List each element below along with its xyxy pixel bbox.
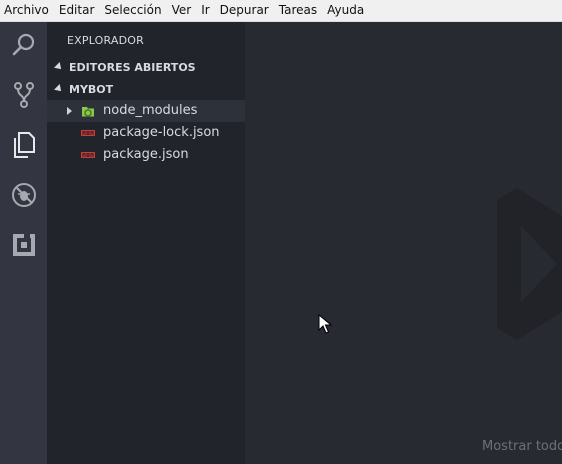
- project-section[interactable]: MYBOT: [47, 78, 245, 100]
- explorer-title: EXPLORADOR: [67, 34, 145, 47]
- tree-item-node-modules[interactable]: node_modules: [47, 100, 245, 122]
- debug-icon[interactable]: [0, 172, 47, 218]
- vscode-watermark-icon: [497, 188, 562, 340]
- menu-ir[interactable]: Ir: [197, 0, 215, 21]
- files-icon[interactable]: [0, 122, 47, 168]
- menu-archivo[interactable]: Archivo: [0, 0, 55, 21]
- menu-editar[interactable]: Editar: [55, 0, 101, 21]
- expand-triangle-icon: [54, 62, 64, 72]
- menu-seleccion[interactable]: Selección: [100, 0, 167, 21]
- node-folder-icon: [82, 107, 94, 117]
- editor-area: Mostrar todo: [245, 22, 562, 464]
- activity-bar: [0, 22, 47, 464]
- tree-item-label: package-lock.json: [103, 125, 220, 140]
- open-editors-section[interactable]: EDITORES ABIERTOS: [47, 56, 245, 78]
- open-editors-label: EDITORES ABIERTOS: [69, 60, 196, 74]
- menu-depurar[interactable]: Depurar: [216, 0, 275, 21]
- source-control-icon[interactable]: [0, 72, 47, 118]
- search-icon[interactable]: [0, 22, 47, 68]
- menu-ayuda[interactable]: Ayuda: [323, 0, 370, 21]
- tree-item-label: node_modules: [103, 103, 198, 118]
- mouse-cursor-icon: [318, 314, 332, 334]
- menu-ver[interactable]: Ver: [168, 0, 198, 21]
- tree-item-package-json[interactable]: package.json: [47, 144, 245, 166]
- tree-item-label: package.json: [103, 147, 189, 162]
- explorer-sidebar: EXPLORADOR EDITORES ABIERTOS MYBOT node_…: [47, 22, 245, 464]
- expand-triangle-icon: [54, 84, 64, 94]
- menu-tareas[interactable]: Tareas: [275, 0, 323, 21]
- tree-item-package-lock-json[interactable]: package-lock.json: [47, 122, 245, 144]
- menu-bar: Archivo Editar Selección Ver Ir Depurar …: [0, 0, 562, 22]
- show-all-commands-text: Mostrar todo: [482, 439, 562, 454]
- project-label: MYBOT: [69, 82, 114, 96]
- extensions-icon[interactable]: [0, 222, 47, 268]
- chevron-right-icon: [67, 107, 72, 115]
- npm-icon: [81, 152, 95, 158]
- npm-icon: [81, 130, 95, 136]
